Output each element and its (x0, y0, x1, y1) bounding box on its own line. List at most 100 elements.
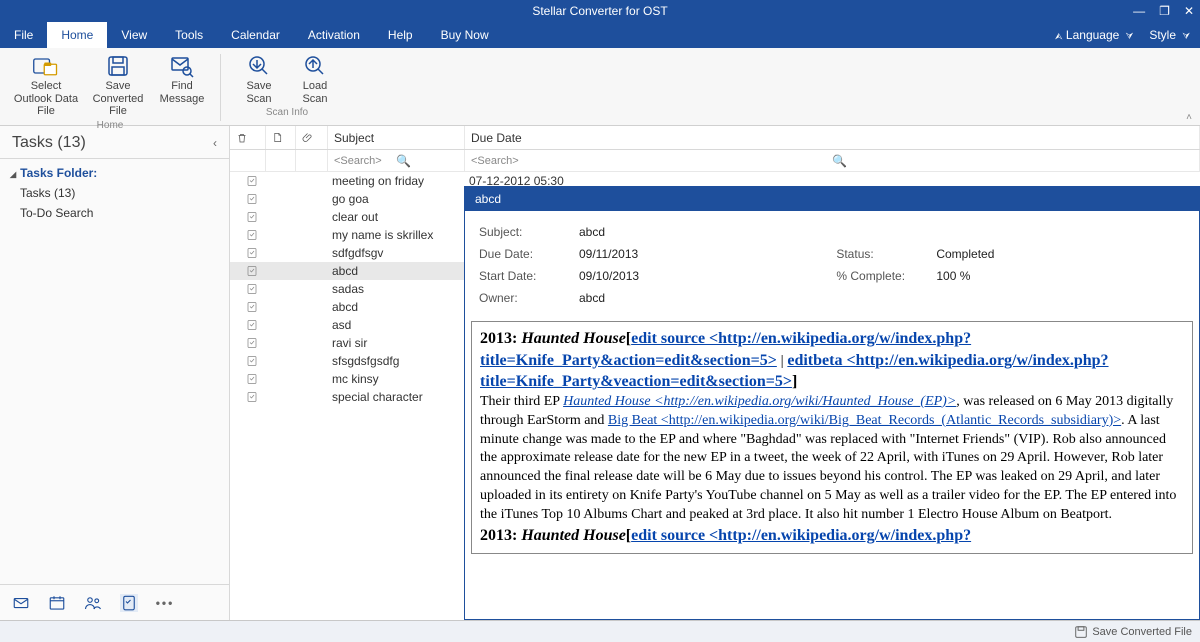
nav-bar: ••• (0, 584, 229, 620)
ribbon-group-label: Home (97, 120, 124, 131)
value-subject: abcd (579, 221, 836, 243)
ribbon-button-label: Select Outlook Data File (12, 80, 80, 118)
body-link-big-beat[interactable]: Big Beat <http://en.wikipedia.org/wiki/B… (608, 413, 1121, 428)
body-link-haunted-house[interactable]: Haunted House <http://en.wikipedia.org/w… (563, 394, 956, 409)
tree-item-todo-search[interactable]: To-Do Search (0, 203, 229, 223)
save-icon (1074, 625, 1088, 639)
label-subject: Subject: (479, 221, 579, 243)
tab-tools[interactable]: Tools (161, 22, 217, 48)
menu-bar: File Home View Tools Calendar Activation… (0, 22, 1200, 48)
task-subject: go goa (328, 192, 465, 206)
search-row: <Search>🔍 <Search>🔍 (230, 150, 1200, 172)
task-item-icon (246, 175, 258, 187)
select-outlook-data-file-button[interactable]: Select Outlook Data File (10, 50, 82, 118)
task-item-icon (246, 211, 258, 223)
value-due-date: 09/11/2013 (579, 243, 836, 265)
search-mail-icon (168, 54, 196, 78)
ribbon-button-label: Find Message (156, 80, 208, 105)
ribbon-collapse-button[interactable]: ˄ (1186, 112, 1192, 123)
task-item-icon (246, 229, 258, 241)
people-icon[interactable] (84, 594, 102, 612)
save-converted-file-button[interactable]: Save Converted File (82, 50, 154, 118)
task-item-icon (246, 373, 258, 385)
main-panel: Subject Due Date <Search>🔍 <Search>🔍 mee… (230, 126, 1200, 620)
task-subject: my name is skrillex (328, 228, 465, 242)
ribbon-divider (220, 54, 221, 121)
label-due-date: Due Date: (479, 243, 579, 265)
app-title: Stellar Converter for OST (532, 4, 667, 18)
preview-title: abcd (465, 187, 1199, 211)
task-item-icon (246, 193, 258, 205)
preview-properties: Subject: abcd Due Date: 09/11/2013 Statu… (465, 211, 1199, 315)
task-subject: ravi sir (328, 336, 465, 350)
document-icon (272, 131, 283, 144)
task-subject: asd (328, 318, 465, 332)
minimize-button[interactable]: — (1133, 4, 1145, 18)
close-button[interactable]: ✕ (1184, 4, 1194, 18)
load-scan-button[interactable]: Load Scan (287, 50, 343, 105)
sidebar-title: Tasks (13) (12, 134, 86, 152)
save-scan-button[interactable]: Save Scan (231, 50, 287, 105)
tab-activation[interactable]: Activation (294, 22, 374, 48)
search-due-input[interactable]: <Search>🔍 (465, 150, 1200, 171)
label-percent-complete: % Complete: (836, 265, 936, 287)
style-dropdown[interactable]: Style ⮛ (1149, 28, 1190, 42)
task-item-icon (246, 391, 258, 403)
task-subject: clear out (328, 210, 465, 224)
tasks-icon[interactable] (120, 594, 138, 612)
task-subject: sdfgdfsgv (328, 246, 465, 260)
trash-icon (236, 132, 248, 144)
sidebar-collapse-button[interactable]: ‹ (213, 136, 217, 150)
ribbon-group-label: Scan Info (266, 107, 308, 118)
save-icon (104, 54, 132, 78)
task-item-icon (246, 337, 258, 349)
task-subject: abcd (328, 264, 465, 278)
tab-calendar[interactable]: Calendar (217, 22, 294, 48)
language-dropdown[interactable]: ⮙ Language ⮛ (1052, 28, 1133, 42)
file-folder-icon (32, 54, 60, 78)
task-item-icon (246, 301, 258, 313)
search-icon: 🔍 (396, 154, 458, 168)
col-subject[interactable]: Subject (328, 126, 465, 149)
tab-home[interactable]: Home (47, 22, 107, 48)
value-start-date: 09/10/2013 (579, 265, 836, 287)
ribbon: Select Outlook Data File Save Converted … (0, 48, 1200, 126)
status-save-converted[interactable]: Save Converted File (1092, 626, 1192, 638)
task-subject: mc kinsy (328, 372, 465, 386)
col-due-date[interactable]: Due Date (465, 126, 1200, 149)
value-status: Completed (936, 243, 1185, 265)
ribbon-button-label: Save Converted File (84, 80, 152, 118)
tree-item-tasks[interactable]: Tasks (13) (0, 183, 229, 203)
col-attachment[interactable] (296, 126, 328, 149)
ribbon-button-label: Save Scan (233, 80, 285, 105)
task-subject: abcd (328, 300, 465, 314)
sidebar: Tasks (13) ‹ Tasks Folder: Tasks (13) To… (0, 126, 230, 620)
task-subject: meeting on friday (328, 174, 465, 188)
title-bar: Stellar Converter for OST — ❐ ✕ (0, 0, 1200, 22)
calendar-icon[interactable] (48, 594, 66, 612)
tab-help[interactable]: Help (374, 22, 427, 48)
label-status: Status: (836, 243, 936, 265)
attachment-icon (302, 132, 314, 144)
col-doc[interactable] (266, 126, 296, 149)
task-item-icon (246, 319, 258, 331)
task-preview-pane: abcd Subject: abcd Due Date: 09/11/2013 … (464, 186, 1200, 620)
preview-body: 2013: Haunted House[edit source <http://… (471, 321, 1193, 554)
value-owner: abcd (579, 287, 836, 309)
more-icon[interactable]: ••• (156, 594, 174, 612)
col-delete[interactable] (230, 126, 266, 149)
tab-view[interactable]: View (107, 22, 161, 48)
find-message-button[interactable]: Find Message (154, 50, 210, 118)
scan-save-icon (245, 54, 273, 78)
search-icon: 🔍 (832, 154, 1193, 168)
task-subject: sfsgdsfgsdfg (328, 354, 465, 368)
tab-file[interactable]: File (0, 22, 47, 48)
restore-button[interactable]: ❐ (1159, 4, 1170, 18)
search-subject-input[interactable]: <Search>🔍 (328, 150, 465, 171)
mail-icon[interactable] (12, 594, 30, 612)
tree-root-tasks-folder[interactable]: Tasks Folder: (0, 163, 229, 183)
label-owner: Owner: (479, 287, 579, 309)
tab-buynow[interactable]: Buy Now (427, 22, 503, 48)
task-item-icon (246, 247, 258, 259)
body-link-edit-source-2[interactable]: edit source <http://en.wikipedia.org/w/i… (631, 528, 971, 544)
